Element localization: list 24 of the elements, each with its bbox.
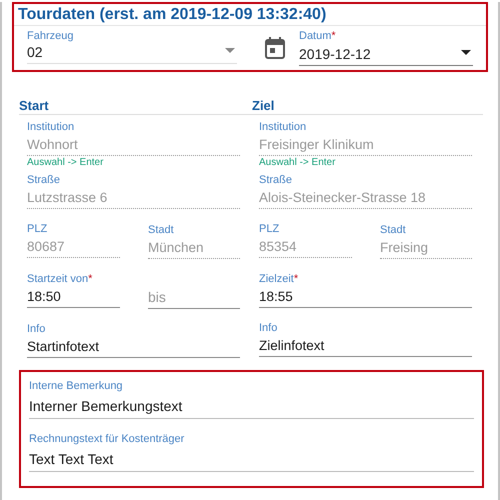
caret-icon bbox=[225, 48, 235, 53]
text-field: Stadt München bbox=[148, 223, 240, 259]
select-field[interactable]: Fahrzeug 02 bbox=[27, 30, 237, 64]
text-field: Institution Wohnort bbox=[27, 121, 240, 156]
section-heading: Ziel bbox=[252, 98, 483, 115]
calendar-icon[interactable] bbox=[265, 37, 285, 59]
text-field: PLZ 80687 bbox=[27, 223, 120, 258]
caret-icon bbox=[461, 50, 471, 55]
hint-text: Auswahl -> Enter bbox=[27, 157, 104, 168]
text-field[interactable]: Info Zielinfotext bbox=[259, 322, 472, 357]
hint-text: Auswahl -> Enter bbox=[259, 157, 336, 168]
text-field[interactable]: Rechnungstext für Kostenträger Text Text Text bbox=[29, 433, 474, 472]
date-field[interactable]: Datum* 2019-12-12 bbox=[299, 30, 473, 66]
text-field: Straße Lutzstrasse 6 bbox=[27, 174, 240, 209]
text-field[interactable]: Startzeit von* 18:50 bbox=[27, 273, 120, 308]
section-heading: Start bbox=[19, 98, 252, 115]
text-field: Stadt Freising bbox=[380, 223, 472, 259]
form-title: Tourdaten (erst. am 2019-12-09 13:32:40) bbox=[14, 4, 486, 26]
text-field[interactable]: Info Startinfotext bbox=[27, 323, 240, 358]
text-field: PLZ 85354 bbox=[259, 223, 352, 258]
text-field[interactable]: Interne Bemerkung Interner Bemerkungstext bbox=[29, 380, 474, 419]
text-field[interactable]: Zielzeit* 18:55 bbox=[259, 273, 472, 308]
text-field: Institution Freisinger Klinikum bbox=[259, 121, 472, 156]
text-field: Straße Alois-Steinecker-Strasse 18 bbox=[259, 174, 472, 209]
